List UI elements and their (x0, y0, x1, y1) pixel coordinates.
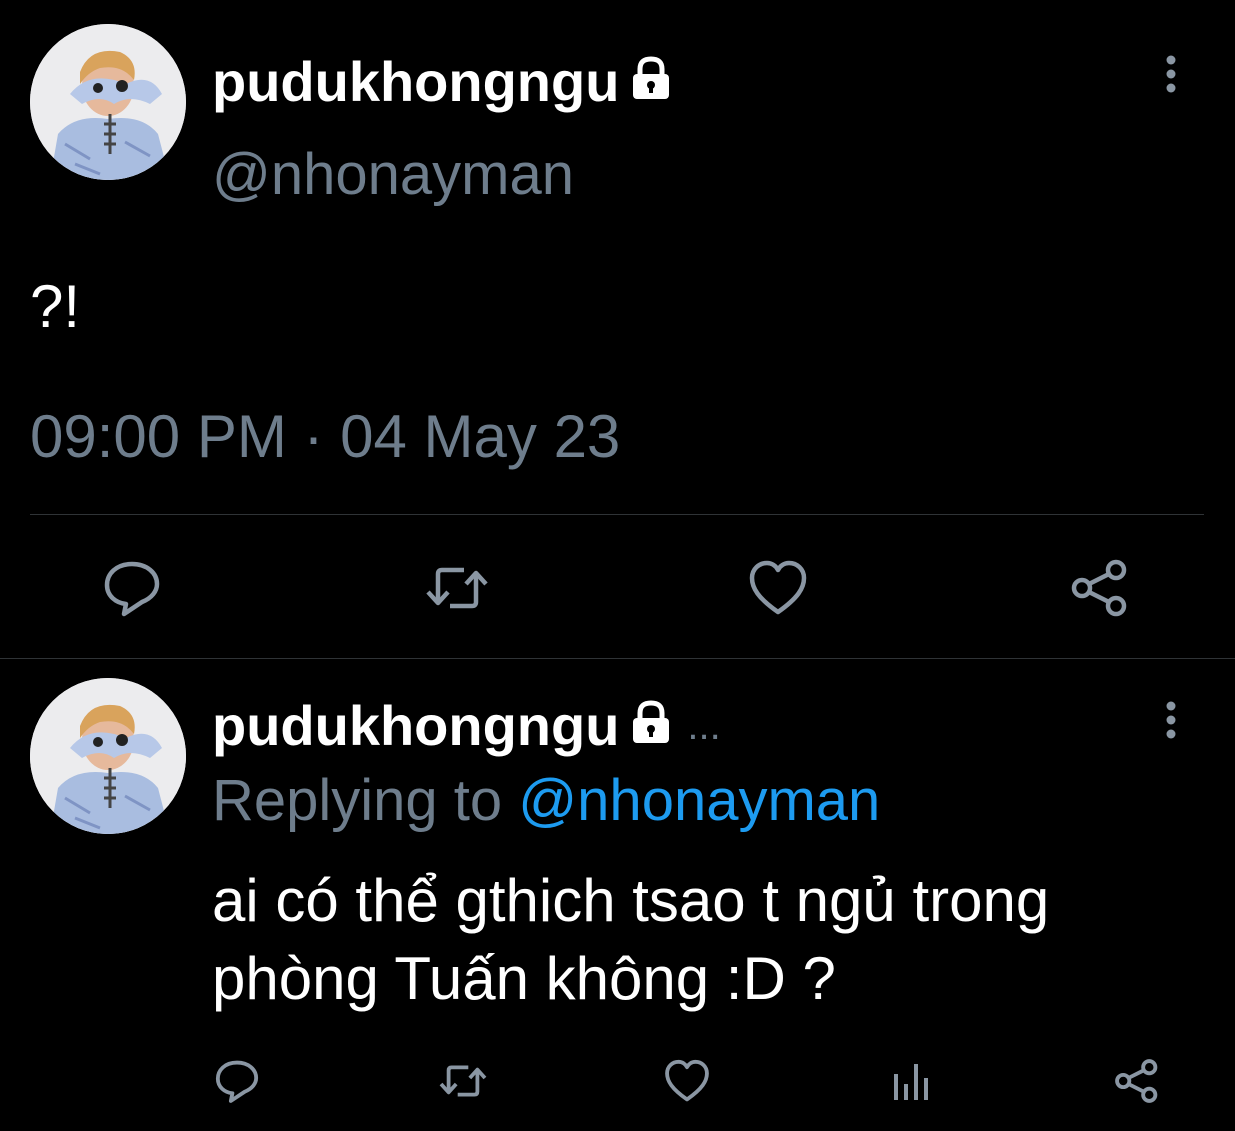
tweet-text-line: ai có thể gthich tsao t ngủ trong (212, 867, 1050, 934)
replying-to: Replying to @nhonayman (212, 772, 880, 830)
display-name-text[interactable]: pudukhongngu (212, 54, 619, 110)
display-name-text[interactable]: pudukhongngu (212, 698, 619, 754)
more-options-icon[interactable] (1161, 698, 1181, 742)
display-name[interactable]: pudukhongngu ... (212, 698, 721, 754)
avatar[interactable] (30, 24, 186, 180)
lock-icon (629, 698, 673, 754)
reply-icon[interactable] (214, 1058, 260, 1104)
display-name[interactable]: pudukhongngu (212, 54, 673, 110)
replying-to-label: Replying to (212, 768, 503, 833)
retweet-icon[interactable] (424, 558, 490, 618)
mention-link[interactable]: @nhonayman (518, 768, 880, 833)
tweet-timestamp[interactable]: 09:00 PM · 04 May 23 (30, 407, 620, 467)
more-options-icon[interactable] (1161, 52, 1181, 96)
like-icon[interactable] (664, 1058, 710, 1104)
divider (30, 514, 1204, 515)
divider (0, 658, 1235, 659)
retweet-icon[interactable] (438, 1058, 488, 1104)
share-icon[interactable] (1070, 558, 1130, 618)
tweet-text-line: phòng Tuấn không :D ? (212, 945, 836, 1012)
avatar[interactable] (30, 678, 186, 834)
tweet-text: ?! (30, 273, 81, 340)
reply-icon[interactable] (102, 558, 162, 618)
truncation-ellipsis: ... (687, 704, 721, 748)
share-icon[interactable] (1114, 1058, 1160, 1104)
like-icon[interactable] (748, 558, 808, 618)
lock-icon (629, 54, 673, 110)
user-handle[interactable]: @nhonayman (212, 146, 574, 204)
analytics-icon[interactable] (890, 1060, 934, 1102)
tweet-text: ai có thể gthich tsao t ngủ trong phòng … (212, 862, 1049, 1018)
